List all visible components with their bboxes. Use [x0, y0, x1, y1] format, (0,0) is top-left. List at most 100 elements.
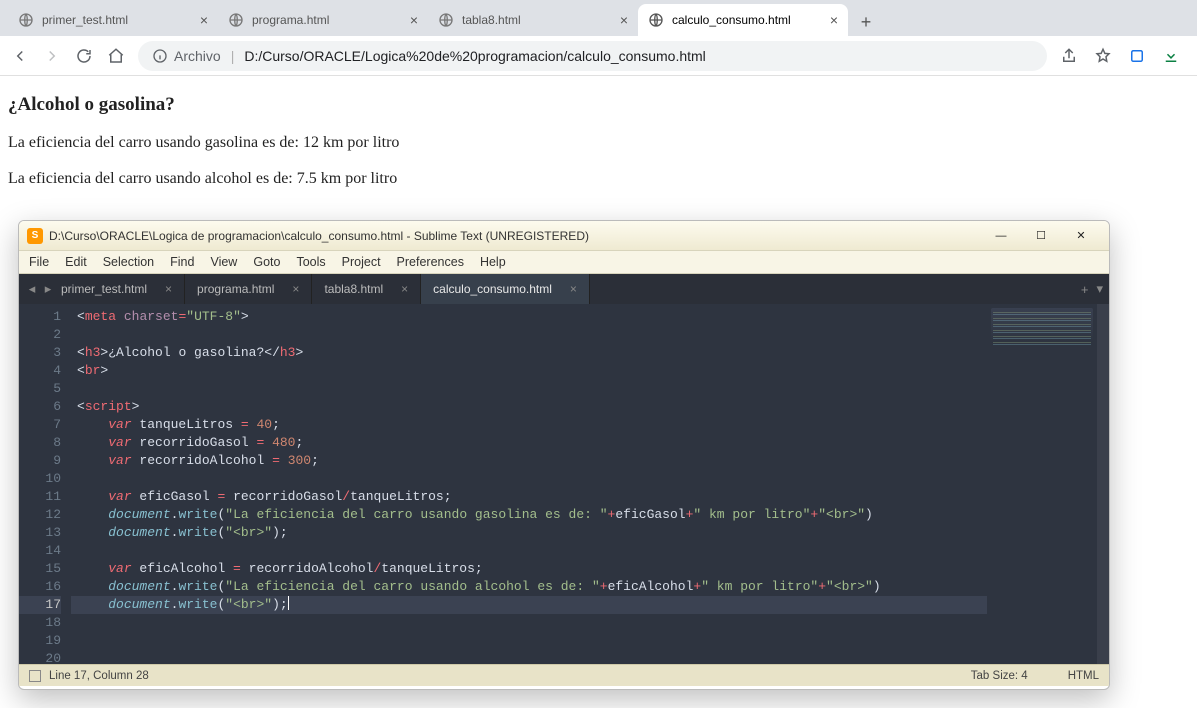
globe-icon: [228, 12, 244, 28]
menu-item[interactable]: View: [210, 255, 237, 269]
minimap[interactable]: [987, 304, 1097, 664]
line-number: 3: [19, 344, 61, 362]
editor-tab[interactable]: programa.html ×: [185, 274, 312, 304]
download-icon[interactable]: [1161, 46, 1181, 66]
line-number: 10: [19, 470, 61, 488]
panel-toggle-icon[interactable]: [29, 670, 41, 682]
code-line: <meta charset="UTF-8">: [71, 308, 987, 326]
address-field[interactable]: Archivo | D:/Curso/ORACLE/Logica%20de%20…: [138, 41, 1047, 71]
status-tabsize[interactable]: Tab Size: 4: [971, 670, 1028, 682]
code-line: var eficGasol = recorridoGasol/tanqueLit…: [71, 488, 987, 506]
code-line: var recorridoAlcohol = 300;: [71, 452, 987, 470]
close-icon[interactable]: ×: [401, 282, 408, 296]
tab-forward-icon[interactable]: ▸: [39, 274, 57, 304]
close-icon[interactable]: ×: [830, 12, 838, 28]
browser-tab[interactable]: programa.html ×: [218, 4, 428, 36]
line-number: 2: [19, 326, 61, 344]
line-number: 19: [19, 632, 61, 650]
editor-tab-title: primer_test.html: [61, 282, 147, 296]
menu-item[interactable]: Find: [170, 255, 194, 269]
status-cursor: Line 17, Column 28: [49, 670, 149, 682]
editor-tab-title: calculo_consumo.html: [433, 282, 552, 296]
code-line: document.write("La eficiencia del carro …: [71, 578, 987, 596]
code-line: var recorridoGasol = 480;: [71, 434, 987, 452]
browser-tab[interactable]: primer_test.html ×: [8, 4, 218, 36]
new-tab-button[interactable]: +: [852, 8, 880, 36]
browser-tab[interactable]: tabla8.html ×: [428, 4, 638, 36]
menu-item[interactable]: Project: [342, 255, 381, 269]
line-number: 1: [19, 308, 61, 326]
site-info-icon[interactable]: Archivo: [152, 48, 221, 64]
share-icon[interactable]: [1059, 46, 1079, 66]
gutter: 1 2 3 4 5 6 7 8 9 10 11 12 13 14 15 16 1…: [19, 304, 71, 664]
reload-icon[interactable]: [74, 46, 94, 66]
browser-tabstrip: primer_test.html × programa.html × tabla…: [0, 0, 1197, 36]
sublime-app-icon: S: [27, 228, 43, 244]
star-icon[interactable]: [1093, 46, 1113, 66]
line-number: 16: [19, 578, 61, 596]
maximize-button[interactable]: ☐: [1021, 225, 1061, 247]
forward-icon[interactable]: [42, 46, 62, 66]
menu-item[interactable]: Selection: [103, 255, 154, 269]
code-line: <script>: [71, 398, 987, 416]
code-line: [71, 650, 987, 668]
globe-icon: [438, 12, 454, 28]
editor-tab[interactable]: primer_test.html ×: [49, 274, 185, 304]
editor-tab-active[interactable]: calculo_consumo.html ×: [421, 274, 590, 304]
address-separator: |: [231, 48, 235, 64]
code-line: [71, 614, 987, 632]
editor-area[interactable]: 1 2 3 4 5 6 7 8 9 10 11 12 13 14 15 16 1…: [19, 304, 1109, 664]
editor-tab[interactable]: tabla8.html ×: [312, 274, 421, 304]
code-line: document.write("<br>");: [71, 524, 987, 542]
sublime-titlebar[interactable]: S D:\Curso\ORACLE\Logica de programacion…: [19, 221, 1109, 251]
page-heading: ¿Alcohol o gasolina?: [8, 94, 1189, 116]
vertical-scrollbar[interactable]: [1097, 304, 1109, 664]
page-content: ¿Alcohol o gasolina? La eficiencia del c…: [0, 76, 1197, 226]
status-language[interactable]: HTML: [1068, 670, 1099, 682]
globe-icon: [18, 12, 34, 28]
code-area[interactable]: <meta charset="UTF-8"> <h3>¿Alcohol o ga…: [71, 304, 987, 664]
line-number: 5: [19, 380, 61, 398]
sublime-tabbar: ◂ ▸ primer_test.html × programa.html × t…: [19, 274, 1109, 304]
menu-item[interactable]: Goto: [253, 255, 280, 269]
tab-menu-icon[interactable]: ▾: [1096, 281, 1103, 297]
tab-new-icon[interactable]: +: [1081, 282, 1089, 297]
line-number: 14: [19, 542, 61, 560]
close-icon[interactable]: ×: [292, 282, 299, 296]
code-line: var tanqueLitros = 40;: [71, 416, 987, 434]
line-number: 4: [19, 362, 61, 380]
close-icon[interactable]: ×: [570, 282, 577, 296]
menu-item[interactable]: Help: [480, 255, 506, 269]
page-line: La eficiencia del carro usando gasolina …: [8, 134, 1189, 152]
tab-title: primer_test.html: [42, 13, 192, 27]
line-number: 6: [19, 398, 61, 416]
editor-tab-title: tabla8.html: [324, 282, 383, 296]
extension-icon[interactable]: [1127, 46, 1147, 66]
line-number: 20: [19, 650, 61, 668]
menu-item[interactable]: Edit: [65, 255, 87, 269]
code-line: [71, 470, 987, 488]
home-icon[interactable]: [106, 46, 126, 66]
line-number: 9: [19, 452, 61, 470]
menu-item[interactable]: Preferences: [397, 255, 464, 269]
tab-title: programa.html: [252, 13, 402, 27]
code-line: <br>: [71, 362, 987, 380]
line-number: 8: [19, 434, 61, 452]
browser-tab-active[interactable]: calculo_consumo.html ×: [638, 4, 848, 36]
menu-item[interactable]: Tools: [296, 255, 325, 269]
code-line: document.write("La eficiencia del carro …: [71, 506, 987, 524]
line-number-current: 17: [19, 596, 61, 614]
close-icon[interactable]: ×: [620, 12, 628, 28]
minimize-button[interactable]: —: [981, 225, 1021, 247]
tab-title: tabla8.html: [462, 13, 612, 27]
menu-item[interactable]: File: [29, 255, 49, 269]
address-path: D:/Curso/ORACLE/Logica%20de%20programaci…: [244, 48, 705, 64]
close-icon[interactable]: ×: [200, 12, 208, 28]
back-icon[interactable]: [10, 46, 30, 66]
close-button[interactable]: ✕: [1061, 225, 1101, 247]
sublime-title: D:\Curso\ORACLE\Logica de programacion\c…: [49, 229, 589, 243]
minimap-viewport[interactable]: [991, 308, 1093, 348]
close-icon[interactable]: ×: [410, 12, 418, 28]
close-icon[interactable]: ×: [165, 282, 172, 296]
code-line: <h3>¿Alcohol o gasolina?</h3>: [71, 344, 987, 362]
